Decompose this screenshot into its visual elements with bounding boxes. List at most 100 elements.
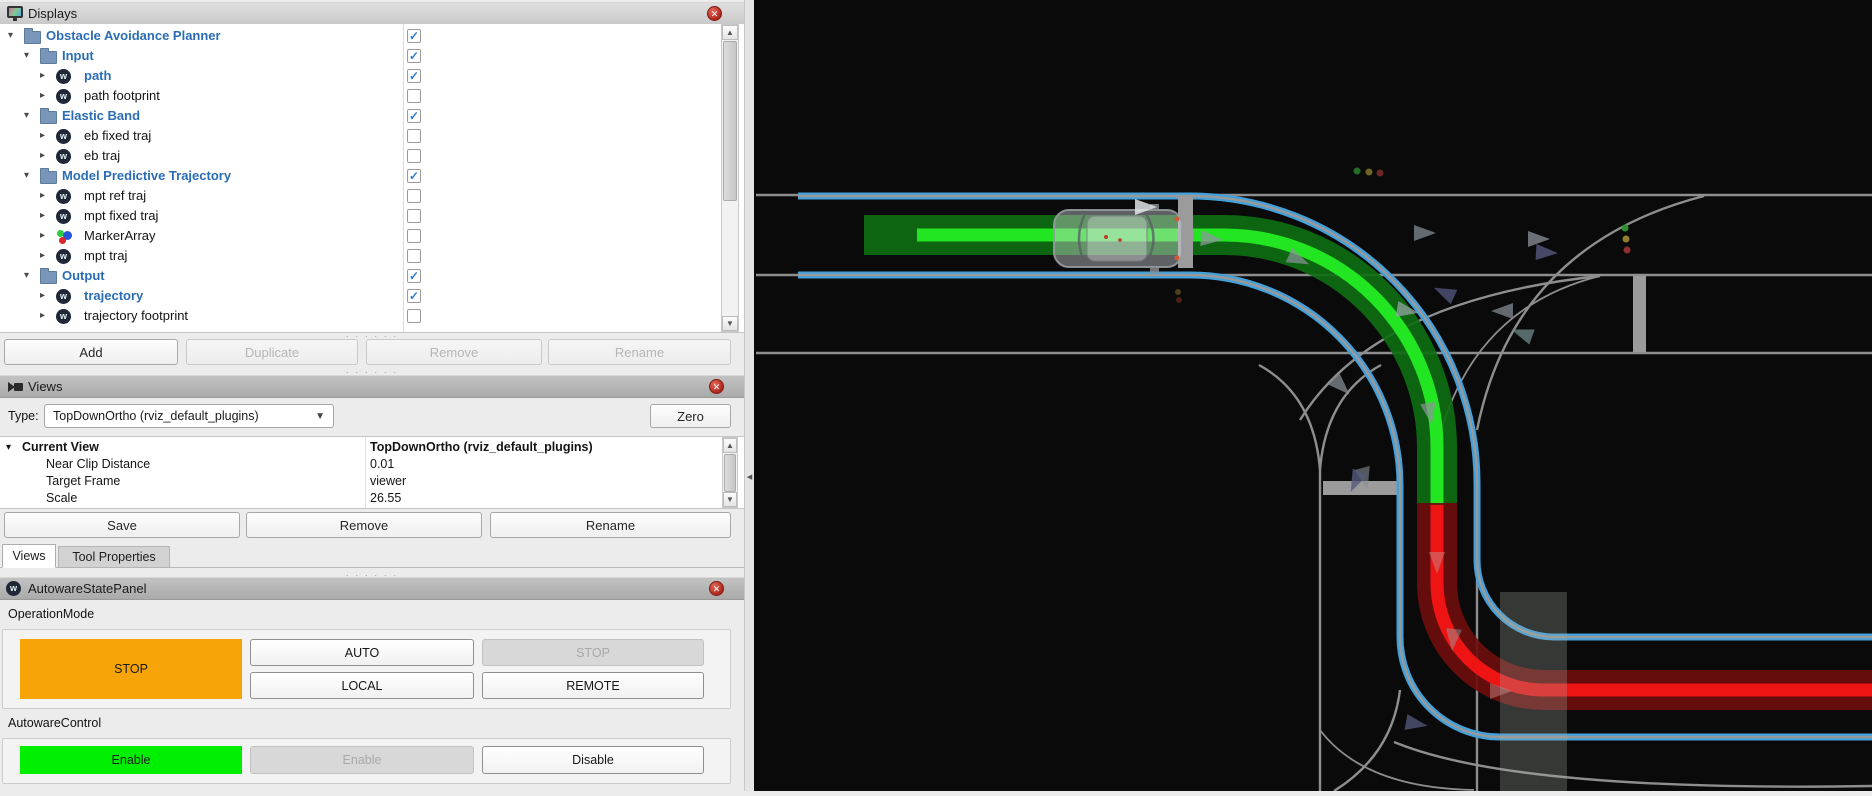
displays-panel-header[interactable]: Displays ✕ [0,2,744,25]
tree-label[interactable]: trajectory footprint [84,306,188,326]
tree-label[interactable]: mpt traj [84,246,127,266]
property-value[interactable]: TopDownOrtho (rviz_default_plugins) [370,439,593,456]
tree-row[interactable]: ▸wpath footprint [0,86,720,106]
display-checkbox[interactable]: ✓ [407,29,421,43]
tree-row[interactable]: ▸web traj [0,146,720,166]
tab-views[interactable]: Views [2,544,56,568]
property-value[interactable]: 0.01 [370,456,394,473]
remove-view-button[interactable]: Remove [246,512,482,538]
property-value[interactable]: 26.55 [370,490,401,507]
tree-expander-icon[interactable]: ▾ [24,106,36,126]
tree-row[interactable]: ▸wmpt traj [0,246,720,266]
tree-row[interactable]: ▸wmpt fixed traj [0,206,720,226]
tree-row[interactable]: ▸wtrajectory✓ [0,286,720,306]
tree-label[interactable]: mpt fixed traj [84,206,158,226]
property-row[interactable]: ▾Current ViewTopDownOrtho (rviz_default_… [0,439,744,456]
display-checkbox[interactable] [407,309,421,323]
tree-expander-icon[interactable]: ▸ [40,306,52,326]
tree-row[interactable]: ▾ Obstacle Avoidance Planner ✓ [0,26,720,46]
tree-expander-icon[interactable]: ▸ [40,86,52,106]
tree-label[interactable]: MarkerArray [84,226,156,246]
tree-expander-icon[interactable]: ▾ [24,266,36,286]
scroll-down-icon[interactable]: ▼ [722,316,738,331]
tree-expander-icon[interactable]: ▸ [40,226,52,246]
stop-button[interactable]: STOP [482,639,704,666]
tree-row[interactable]: ▾ Elastic Band ✓ [0,106,720,126]
current-view-properties[interactable]: ▾Current ViewTopDownOrtho (rviz_default_… [0,436,744,509]
panel-splitter[interactable] [744,0,754,791]
tree-expander-icon[interactable]: ▾ [24,166,36,186]
display-checkbox[interactable] [407,209,421,223]
collapse-panel-icon[interactable]: ◂ [745,466,754,488]
display-checkbox[interactable]: ✓ [407,289,421,303]
tree-expander-icon[interactable]: ▸ [40,206,52,226]
views-panel-header[interactable]: Views ✕ [0,375,744,398]
zero-button[interactable]: Zero [650,404,731,428]
remote-button[interactable]: REMOTE [482,672,704,699]
property-row[interactable]: Target Frameviewer [0,473,744,490]
tree-expander-icon[interactable]: ▸ [40,66,52,86]
tree-expander-icon[interactable]: ▸ [40,146,52,166]
rename-button[interactable]: Rename [548,339,731,365]
tree-row[interactable]: ▾ Model Predictive Trajectory ✓ [0,166,720,186]
view-type-dropdown[interactable]: TopDownOrtho (rviz_default_plugins) ▼ [44,404,334,428]
display-checkbox[interactable] [407,149,421,163]
tree-row[interactable]: ▾ Output ✓ [0,266,720,286]
display-checkbox[interactable] [407,249,421,263]
tree-row[interactable]: ▾ Input ✓ [0,46,720,66]
tree-label[interactable]: path footprint [84,86,160,106]
tree-row[interactable]: ▸wtrajectory footprint [0,306,720,326]
rename-view-button[interactable]: Rename [490,512,731,538]
auto-button[interactable]: AUTO [250,639,474,666]
tree-row[interactable]: ▸wpath✓ [0,66,720,86]
tree-label[interactable]: path [84,66,111,86]
tree-label[interactable]: Input [62,46,94,66]
display-checkbox[interactable] [407,189,421,203]
tab-tool-properties[interactable]: Tool Properties [58,546,170,568]
displays-tree[interactable]: ▾ Obstacle Avoidance Planner ✓ ▾ Input ✓ ▸wpat… [0,24,744,333]
display-checkbox[interactable] [407,89,421,103]
display-checkbox[interactable]: ✓ [407,169,421,183]
disable-button[interactable]: Disable [482,746,704,774]
enable-button[interactable]: Enable [250,746,474,774]
scrollbar-thumb[interactable] [724,454,736,492]
3d-viewport[interactable] [754,0,1872,791]
scroll-up-icon[interactable]: ▲ [722,25,738,40]
tree-label[interactable]: Model Predictive Trajectory [62,166,231,186]
display-checkbox[interactable]: ✓ [407,49,421,63]
property-row[interactable]: Near Clip Distance0.01 [0,456,744,473]
display-checkbox[interactable]: ✓ [407,109,421,123]
autoware-panel-close-icon[interactable]: ✕ [709,581,724,596]
display-checkbox[interactable]: ✓ [407,69,421,83]
tree-expander-icon[interactable]: ▸ [40,186,52,206]
tree-label[interactable]: mpt ref traj [84,186,146,206]
tree-label[interactable]: Output [62,266,105,286]
tree-label[interactable]: trajectory [84,286,143,306]
current-view-scrollbar[interactable]: ▲▼ [722,437,738,508]
display-checkbox[interactable] [407,229,421,243]
save-view-button[interactable]: Save [4,512,240,538]
tree-row[interactable]: ▸wmpt ref traj [0,186,720,206]
autoware-state-panel-header[interactable]: w AutowareStatePanel ✕ [0,577,744,600]
tree-label[interactable]: eb fixed traj [84,126,151,146]
tree-label[interactable]: Obstacle Avoidance Planner [46,26,221,46]
duplicate-button[interactable]: Duplicate [186,339,358,365]
tree-row[interactable]: ▸ MarkerArray [0,226,720,246]
tree-expander-icon[interactable]: ▸ [40,286,52,306]
displays-close-icon[interactable]: ✕ [707,6,722,21]
local-button[interactable]: LOCAL [250,672,474,699]
tree-expander-icon[interactable]: ▾ [24,46,36,66]
scroll-down-icon[interactable]: ▼ [723,492,737,507]
tree-expander-icon[interactable]: ▸ [40,126,52,146]
scroll-up-icon[interactable]: ▲ [723,438,737,453]
views-close-icon[interactable]: ✕ [709,379,724,394]
display-checkbox[interactable]: ✓ [407,269,421,283]
property-row[interactable]: Scale26.55 [0,490,744,507]
tree-row[interactable]: ▸web fixed traj [0,126,720,146]
display-checkbox[interactable] [407,129,421,143]
property-value[interactable]: viewer [370,473,406,490]
add-button[interactable]: Add [4,339,178,365]
tree-label[interactable]: Elastic Band [62,106,140,126]
scrollbar-thumb[interactable] [723,41,737,201]
tree-expander-icon[interactable]: ▾ [8,26,20,46]
